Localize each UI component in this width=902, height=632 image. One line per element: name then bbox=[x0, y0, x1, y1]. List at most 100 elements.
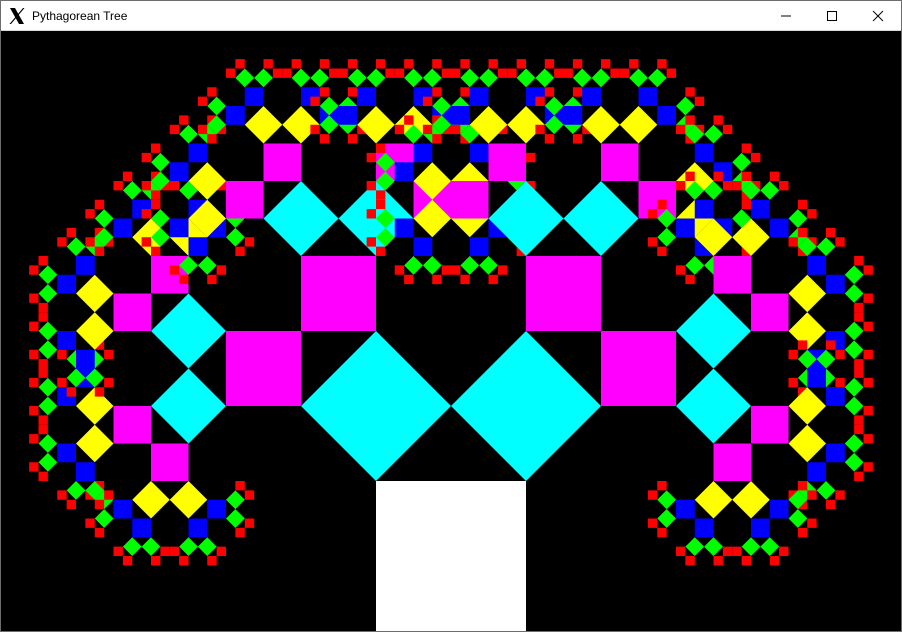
tree-square bbox=[657, 227, 676, 247]
tree-square bbox=[488, 274, 498, 285]
tree-square bbox=[244, 87, 264, 106]
tree-square bbox=[151, 293, 226, 369]
tree-square bbox=[29, 321, 39, 331]
tree-square bbox=[657, 509, 676, 528]
tree-square bbox=[751, 199, 770, 219]
tree-square bbox=[657, 199, 667, 210]
tree-square bbox=[29, 293, 39, 303]
close-button[interactable] bbox=[855, 1, 901, 31]
tree-square bbox=[29, 377, 39, 388]
tree-square bbox=[807, 462, 826, 481]
tree-square bbox=[94, 509, 114, 528]
tree-square bbox=[572, 87, 583, 97]
tree-square bbox=[235, 481, 245, 491]
tree-square bbox=[66, 227, 76, 238]
tree-square bbox=[310, 96, 320, 106]
tree-square bbox=[694, 481, 733, 519]
tree-square bbox=[85, 518, 95, 528]
tree-square bbox=[629, 68, 648, 88]
tree-square bbox=[197, 124, 208, 135]
tree-square bbox=[657, 490, 676, 510]
tree-square bbox=[657, 106, 676, 125]
tree-square bbox=[835, 237, 845, 247]
tree-square bbox=[460, 256, 480, 275]
tree-square bbox=[769, 556, 780, 566]
tree-square bbox=[826, 387, 845, 406]
tree-square bbox=[676, 96, 695, 116]
tree-square bbox=[291, 59, 301, 69]
tree-square bbox=[94, 387, 105, 397]
tree-square bbox=[713, 171, 723, 181]
tree-square bbox=[535, 96, 545, 106]
tree-square bbox=[582, 87, 601, 106]
tree-square bbox=[394, 162, 414, 181]
tree-square bbox=[741, 556, 751, 566]
tree-square bbox=[451, 331, 601, 481]
maximize-button[interactable] bbox=[809, 1, 855, 31]
tree-square bbox=[207, 134, 217, 144]
tree-square bbox=[422, 256, 442, 275]
tree-square bbox=[797, 227, 808, 238]
tree-square bbox=[469, 143, 489, 163]
tree-square bbox=[179, 124, 198, 144]
tree-square bbox=[94, 527, 105, 538]
tree-square bbox=[38, 424, 48, 435]
tree-square bbox=[244, 106, 283, 144]
tree-square bbox=[38, 415, 48, 425]
tree-square bbox=[676, 265, 686, 275]
tree-square bbox=[263, 143, 301, 181]
tree-square bbox=[788, 424, 826, 463]
tree-square bbox=[113, 181, 123, 191]
tree-square bbox=[394, 265, 405, 275]
tree-square bbox=[216, 546, 226, 556]
tree-square bbox=[122, 556, 133, 566]
tree-square bbox=[263, 181, 339, 256]
tree-square bbox=[844, 452, 864, 472]
tree-square bbox=[685, 171, 695, 181]
tree-square bbox=[66, 237, 86, 256]
tree-square bbox=[769, 171, 780, 181]
tree-square bbox=[244, 490, 255, 500]
tree-square bbox=[282, 68, 292, 78]
tree-square bbox=[38, 265, 58, 285]
tree-square bbox=[713, 256, 751, 294]
minimize-icon bbox=[781, 15, 791, 17]
tree-square bbox=[760, 181, 780, 200]
tree-square bbox=[151, 190, 161, 200]
tree-square bbox=[366, 68, 386, 88]
tree-square bbox=[732, 481, 770, 519]
tree-square bbox=[788, 509, 808, 528]
tree-square bbox=[479, 256, 498, 275]
tree-square bbox=[432, 274, 442, 285]
tree-square bbox=[694, 96, 705, 106]
title-bar[interactable]: Pythagorean Tree bbox=[1, 1, 901, 31]
tree-square bbox=[38, 321, 58, 341]
tree-square bbox=[516, 68, 536, 88]
tree-square bbox=[29, 349, 39, 360]
tree-square bbox=[441, 68, 451, 78]
app-window: Pythagorean Tree bbox=[0, 0, 902, 632]
tree-square bbox=[422, 124, 433, 135]
tree-square bbox=[197, 256, 217, 275]
tree-square bbox=[544, 134, 555, 144]
tree-square bbox=[788, 349, 798, 360]
tree-square bbox=[835, 349, 845, 360]
tree-square bbox=[797, 481, 808, 491]
tree-square bbox=[666, 68, 676, 78]
tree-square bbox=[104, 377, 114, 388]
tree-square bbox=[38, 312, 48, 322]
tree-square bbox=[826, 499, 836, 510]
tree-square bbox=[563, 106, 583, 125]
maximize-icon bbox=[827, 11, 837, 21]
tree-square bbox=[366, 209, 376, 219]
minimize-button[interactable] bbox=[763, 1, 809, 31]
tree-square bbox=[788, 237, 798, 247]
tree-square bbox=[347, 68, 367, 88]
tree-square bbox=[385, 68, 395, 78]
tree-square bbox=[722, 124, 733, 135]
tree-square bbox=[751, 406, 789, 444]
tree-square bbox=[29, 265, 39, 275]
tree-square bbox=[113, 546, 123, 556]
tree-square bbox=[347, 134, 358, 144]
tree-square bbox=[169, 546, 180, 556]
